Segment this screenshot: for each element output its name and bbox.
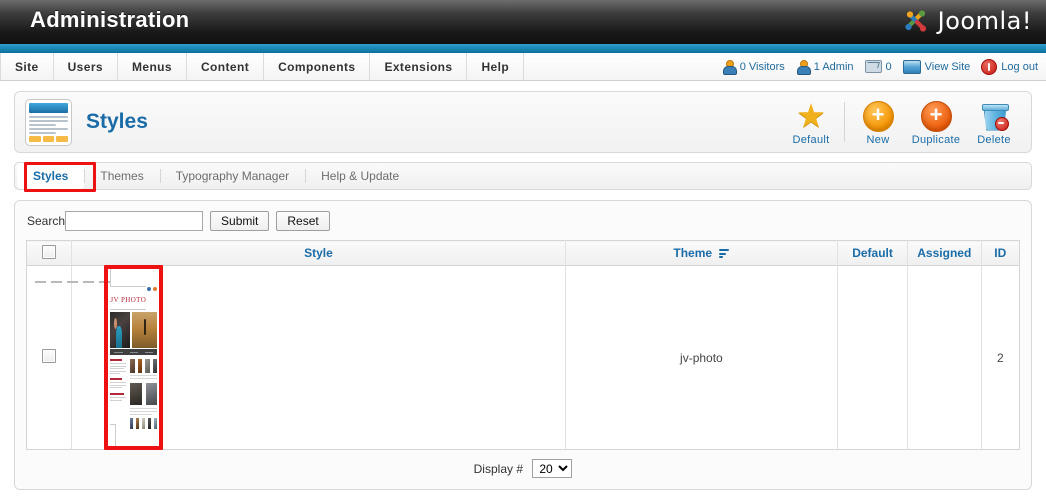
menu-item-site[interactable]: Site — [0, 53, 54, 80]
user-icon — [796, 59, 811, 75]
tab-themes[interactable]: Themes — [84, 163, 159, 189]
page-header-title: Administration — [30, 7, 190, 32]
duplicate-button[interactable]: + Duplicate — [907, 98, 965, 146]
panel-footer: Display # 20 — [15, 450, 1031, 489]
select-all-checkbox[interactable] — [42, 244, 57, 259]
id-cell: 2 — [981, 265, 1021, 450]
visitors-label: 0 Visitors — [739, 60, 785, 73]
mail-icon — [864, 60, 882, 73]
joomla-logo: Joomla! — [900, 5, 1032, 37]
default-cell[interactable] — [837, 265, 908, 450]
delete-button-label: Delete — [977, 134, 1011, 146]
row-checkbox[interactable] — [42, 349, 57, 363]
menu-item-content[interactable]: Content — [187, 53, 265, 80]
tab-typography-manager[interactable]: Typography Manager — [159, 163, 305, 189]
page-header-panel: Styles ★ Default + New + Duplicate Delet… — [14, 91, 1032, 153]
search-row: Search Submit Reset — [15, 201, 1031, 240]
page-title: Styles — [86, 110, 148, 133]
new-button-label: New — [866, 134, 890, 146]
star-icon: ★ — [796, 97, 826, 134]
table-row: JV PHOTO jv-photo 2 — [25, 265, 1021, 450]
icon-blocks — [29, 135, 69, 142]
delete-button[interactable]: Delete — [965, 98, 1023, 146]
admins-label: 1 Admin — [813, 60, 854, 73]
jv-photo-template-thumbnail[interactable]: JV PHOTO — [35, 267, 158, 448]
default-button[interactable]: ★ Default — [782, 98, 840, 146]
column-header-id-label: ID — [994, 246, 1007, 260]
display-count-label: Display # — [473, 462, 523, 476]
view-site-label: View Site — [924, 60, 971, 73]
theme-cell: jv-photo — [565, 265, 839, 450]
sort-descending-icon — [719, 249, 730, 258]
search-input[interactable] — [65, 211, 204, 231]
styles-panel: Search Submit Reset Style Theme Default … — [14, 200, 1032, 490]
main-menu-bar: Site Users Menus Content Components Exte… — [0, 53, 1046, 81]
new-button[interactable]: + New — [849, 98, 907, 146]
style-thumbnail-cell[interactable]: JV PHOTO — [35, 265, 566, 450]
tab-styles[interactable]: Styles — [17, 163, 85, 189]
column-header-theme[interactable]: Theme — [565, 240, 839, 266]
column-header-assigned: Assigned — [907, 240, 982, 266]
column-header-theme-label: Theme — [673, 246, 713, 260]
styles-table: Style Theme Default Assigned ID JV PHOTO… — [25, 240, 1021, 450]
row-select-cell[interactable] — [25, 265, 73, 450]
user-icon — [722, 59, 737, 75]
column-header-style-label: Style — [304, 246, 333, 260]
default-button-label: Default — [792, 134, 830, 146]
screen-icon — [902, 59, 921, 74]
menu-item-components[interactable]: Components — [264, 53, 371, 80]
display-count-select[interactable]: 20 — [532, 459, 573, 478]
icon-text-lines — [29, 115, 68, 134]
search-label: Search — [27, 214, 66, 228]
duplicate-button-label: Duplicate — [911, 134, 961, 146]
menu-item-users[interactable]: Users — [54, 53, 118, 80]
select-all-header[interactable] — [25, 240, 73, 266]
template-styles-icon — [25, 98, 72, 146]
logout-link[interactable]: Log out — [981, 58, 1038, 75]
accent-stripe — [0, 44, 1046, 53]
tab-strip: Styles Themes Typography Manager Help & … — [14, 162, 1032, 192]
joomla-logo-text: Joomla! — [937, 7, 1032, 35]
thumbnail-brand-text: JV PHOTO — [110, 296, 147, 304]
column-header-default[interactable]: Default — [837, 240, 908, 266]
admins-count: 1 Admin — [796, 59, 854, 75]
joomla-logo-icon — [900, 5, 932, 37]
submit-button[interactable]: Submit — [210, 211, 270, 231]
column-header-id[interactable]: ID — [981, 240, 1021, 266]
toolbar-divider — [844, 102, 845, 142]
logout-label: Log out — [1001, 60, 1038, 73]
page-body: Styles ★ Default + New + Duplicate Delet… — [0, 81, 1046, 490]
tab-help-and-update[interactable]: Help & Update — [305, 163, 415, 189]
reset-button[interactable]: Reset — [276, 211, 330, 231]
visitors-count: 0 Visitors — [722, 59, 785, 75]
column-header-style[interactable]: Style — [71, 240, 566, 266]
power-icon — [981, 58, 998, 75]
icon-header-bar — [29, 102, 68, 113]
view-site-link[interactable]: View Site — [902, 59, 971, 74]
menu-item-menus[interactable]: Menus — [118, 53, 187, 80]
plus-circle-icon: + — [907, 100, 965, 132]
menu-item-help[interactable]: Help — [467, 53, 525, 80]
trash-icon — [965, 100, 1023, 132]
column-header-default-label: Default — [852, 246, 893, 260]
column-header-assigned-label: Assigned — [917, 246, 972, 260]
plus-circle-icon: + — [849, 100, 907, 132]
messages-count[interactable]: 0 — [864, 60, 892, 73]
toolbar: ★ Default + New + Duplicate Delete — [782, 98, 1023, 146]
menu-item-extensions[interactable]: Extensions — [370, 53, 468, 80]
assigned-cell — [907, 265, 982, 450]
messages-label: 0 — [885, 60, 892, 73]
admin-header: Administration Joomla! — [0, 0, 1046, 44]
table-header-row: Style Theme Default Assigned ID — [25, 240, 1021, 266]
status-bar: 0 Visitors 1 Admin 0 View Site Log out — [722, 53, 1038, 80]
thumbnail-wrapper: JV PHOTO — [35, 265, 164, 450]
